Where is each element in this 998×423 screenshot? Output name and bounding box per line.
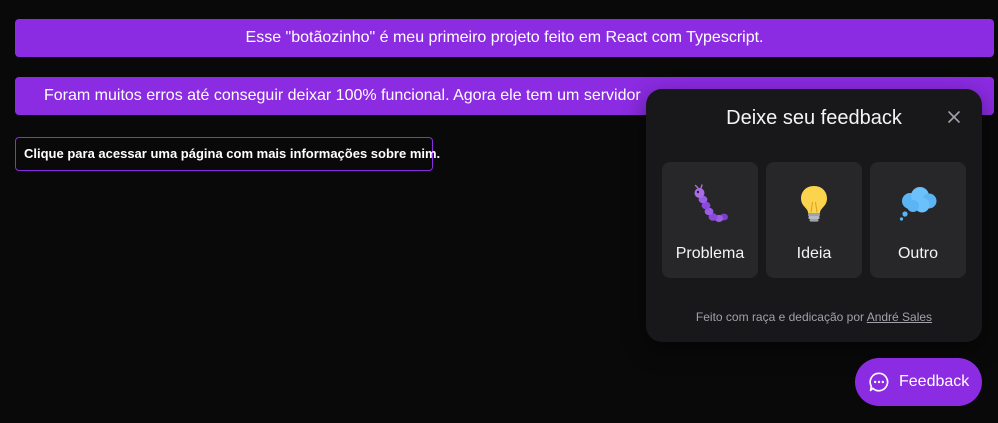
widget-footer: Feito com raça e dedicação por André Sal…	[646, 310, 982, 324]
footer-text: Feito com raça e dedicação por	[695, 310, 867, 324]
feedback-options: Problema Ideia Outro	[662, 162, 966, 278]
option-problema[interactable]: Problema	[662, 162, 758, 278]
chat-icon	[869, 372, 889, 392]
page: Esse "botãozinho" é meu primeiro projeto…	[0, 0, 998, 423]
feedback-button-label: Feedback	[899, 373, 970, 390]
author-link[interactable]: André Sales	[867, 310, 932, 324]
thought-cloud-icon	[899, 187, 937, 221]
lightbulb-icon	[801, 186, 827, 222]
option-label: Outro	[897, 245, 938, 262]
option-label: Problema	[675, 245, 745, 262]
option-ideia[interactable]: Ideia	[766, 162, 862, 278]
bug-icon	[694, 184, 728, 223]
intro-banner: Esse "botãozinho" é meu primeiro projeto…	[15, 19, 994, 57]
close-icon	[948, 111, 960, 123]
about-me-link[interactable]: Clique para acessar uma página com mais …	[15, 137, 440, 171]
widget-title: Deixe seu feedback	[726, 107, 902, 129]
feedback-button[interactable]: Feedback	[855, 358, 982, 406]
option-label: Ideia	[796, 245, 832, 262]
close-button[interactable]	[946, 109, 962, 125]
feedback-widget: Deixe seu feedback Problema Ideia Outro …	[646, 89, 982, 342]
option-outro[interactable]: Outro	[870, 162, 966, 278]
